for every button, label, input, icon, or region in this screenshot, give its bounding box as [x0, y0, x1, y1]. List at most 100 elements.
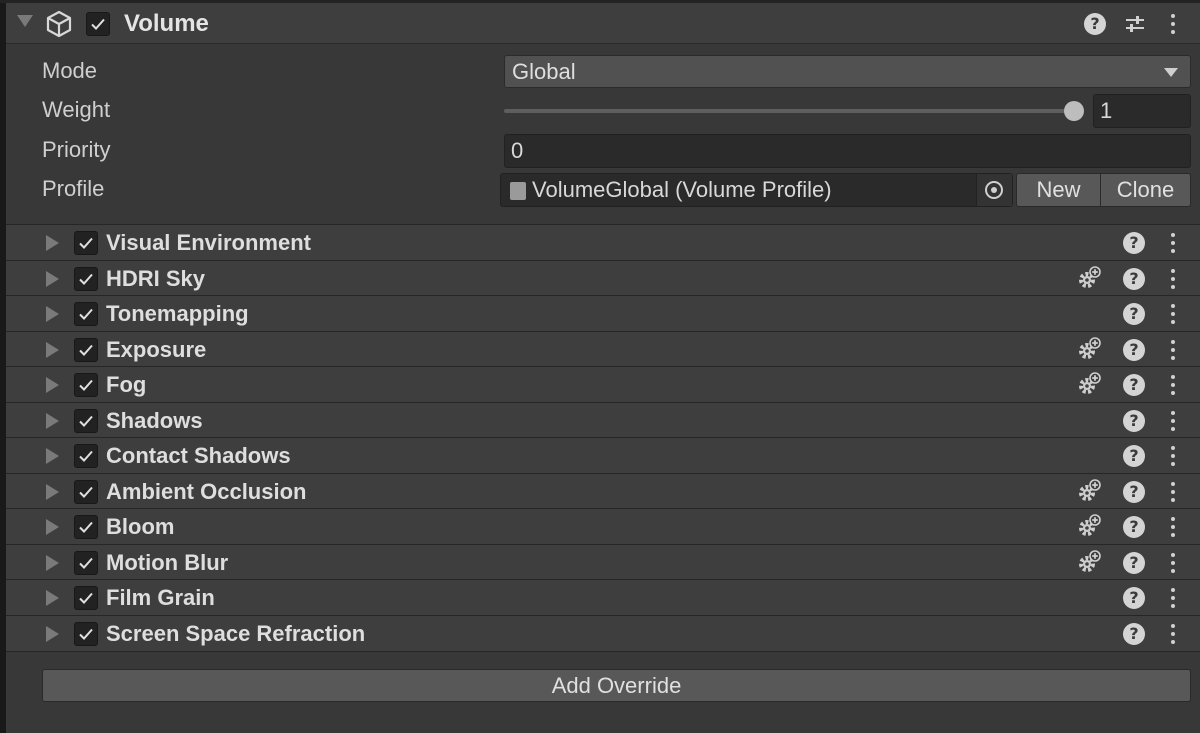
override-row[interactable]: Screen Space Refraction?: [6, 616, 1200, 652]
override-enabled-checkbox[interactable]: [74, 373, 98, 397]
object-picker-button[interactable]: [976, 174, 1012, 206]
priority-label: Priority: [42, 137, 111, 162]
help-icon[interactable]: ?: [1123, 445, 1145, 467]
override-enabled-checkbox[interactable]: [74, 338, 98, 362]
override-enabled-checkbox[interactable]: [74, 622, 98, 646]
help-icon[interactable]: ?: [1123, 481, 1145, 503]
show-additional-properties-gear-icon[interactable]: [1076, 371, 1102, 397]
context-menu-icon[interactable]: [1170, 373, 1176, 397]
context-menu-icon[interactable]: [1170, 338, 1176, 362]
foldout-collapsed-icon[interactable]: [46, 342, 59, 358]
cube-icon: [46, 10, 72, 38]
override-enabled-checkbox[interactable]: [74, 480, 98, 504]
priority-input[interactable]: 0: [504, 134, 1191, 168]
foldout-collapsed-icon[interactable]: [46, 413, 59, 429]
volume-component-header[interactable]: Volume ?: [6, 3, 1200, 44]
weight-slider-track[interactable]: [504, 109, 1074, 113]
help-icon[interactable]: ?: [1123, 232, 1145, 254]
context-menu-icon[interactable]: [1170, 302, 1176, 326]
profile-object-field[interactable]: VolumeGlobal (Volume Profile): [500, 173, 1013, 207]
profile-value: VolumeGlobal (Volume Profile): [532, 177, 832, 202]
context-menu-icon[interactable]: [1170, 231, 1176, 255]
override-enabled-checkbox[interactable]: [74, 231, 98, 255]
help-icon[interactable]: ?: [1123, 374, 1145, 396]
weight-slider-thumb[interactable]: [1064, 101, 1084, 121]
override-enabled-checkbox[interactable]: [74, 551, 98, 575]
foldout-collapsed-icon[interactable]: [46, 519, 59, 535]
override-row[interactable]: Motion Blur?: [6, 545, 1200, 581]
override-row[interactable]: Tonemapping?: [6, 296, 1200, 332]
foldout-collapsed-icon[interactable]: [46, 555, 59, 571]
volume-profile-asset-icon: [510, 182, 526, 200]
mode-value: Global: [512, 59, 576, 84]
override-label: HDRI Sky: [106, 266, 206, 291]
show-additional-properties-gear-icon[interactable]: [1076, 478, 1102, 504]
override-row[interactable]: Fog?: [6, 367, 1200, 403]
target-icon: [985, 181, 1003, 199]
help-icon[interactable]: ?: [1123, 410, 1145, 432]
show-additional-properties-gear-icon[interactable]: [1076, 336, 1102, 362]
preset-icon[interactable]: [1123, 12, 1147, 36]
new-profile-button[interactable]: New: [1016, 173, 1101, 207]
context-menu-icon[interactable]: [1170, 515, 1176, 539]
help-icon[interactable]: ?: [1084, 13, 1106, 35]
override-row[interactable]: Contact Shadows?: [6, 438, 1200, 474]
help-icon[interactable]: ?: [1123, 516, 1145, 538]
show-additional-properties-gear-icon[interactable]: [1076, 513, 1102, 539]
mode-dropdown[interactable]: Global: [504, 55, 1191, 88]
override-row[interactable]: Ambient Occlusion?: [6, 474, 1200, 510]
foldout-collapsed-icon[interactable]: [46, 484, 59, 500]
foldout-expanded-icon[interactable]: [17, 15, 33, 27]
foldout-collapsed-icon[interactable]: [46, 590, 59, 606]
override-row[interactable]: HDRI Sky?: [6, 261, 1200, 297]
context-menu-icon[interactable]: [1170, 586, 1176, 610]
help-icon[interactable]: ?: [1123, 623, 1145, 645]
override-label: Film Grain: [106, 585, 215, 610]
show-additional-properties-gear-icon[interactable]: [1076, 549, 1102, 575]
component-enabled-checkbox[interactable]: [86, 12, 110, 36]
override-enabled-checkbox[interactable]: [74, 267, 98, 291]
check-icon: [79, 592, 93, 604]
override-label: Fog: [106, 372, 147, 397]
check-icon: [79, 237, 93, 249]
clone-profile-button[interactable]: Clone: [1100, 173, 1191, 207]
override-label: Visual Environment: [106, 230, 311, 255]
help-icon[interactable]: ?: [1123, 268, 1145, 290]
context-menu-icon[interactable]: [1170, 12, 1176, 36]
help-icon[interactable]: ?: [1123, 303, 1145, 325]
context-menu-icon[interactable]: [1170, 409, 1176, 433]
override-row[interactable]: Exposure?: [6, 332, 1200, 368]
context-menu-icon[interactable]: [1170, 267, 1176, 291]
foldout-collapsed-icon[interactable]: [46, 271, 59, 287]
override-row[interactable]: Visual Environment?: [6, 225, 1200, 261]
override-enabled-checkbox[interactable]: [74, 302, 98, 326]
show-additional-properties-gear-icon[interactable]: [1076, 265, 1102, 291]
check-icon: [79, 450, 93, 462]
foldout-collapsed-icon[interactable]: [46, 448, 59, 464]
check-icon: [79, 308, 93, 320]
override-label: Ambient Occlusion: [106, 479, 307, 504]
override-row[interactable]: Bloom?: [6, 509, 1200, 545]
override-enabled-checkbox[interactable]: [74, 586, 98, 610]
foldout-collapsed-icon[interactable]: [46, 626, 59, 642]
override-label: Exposure: [106, 337, 207, 362]
foldout-collapsed-icon[interactable]: [46, 235, 59, 251]
help-icon[interactable]: ?: [1123, 587, 1145, 609]
override-row[interactable]: Film Grain?: [6, 580, 1200, 616]
override-row[interactable]: Shadows?: [6, 403, 1200, 439]
context-menu-icon[interactable]: [1170, 480, 1176, 504]
foldout-collapsed-icon[interactable]: [46, 377, 59, 393]
override-enabled-checkbox[interactable]: [74, 409, 98, 433]
context-menu-icon[interactable]: [1170, 444, 1176, 468]
override-label: Screen Space Refraction: [106, 621, 366, 646]
context-menu-icon[interactable]: [1170, 551, 1176, 575]
override-enabled-checkbox[interactable]: [74, 515, 98, 539]
context-menu-icon[interactable]: [1170, 622, 1176, 646]
foldout-collapsed-icon[interactable]: [46, 306, 59, 322]
add-override-button[interactable]: Add Override: [42, 669, 1191, 702]
weight-input[interactable]: 1: [1093, 94, 1191, 128]
override-label: Motion Blur: [106, 550, 229, 575]
override-enabled-checkbox[interactable]: [74, 444, 98, 468]
help-icon[interactable]: ?: [1123, 339, 1145, 361]
help-icon[interactable]: ?: [1123, 552, 1145, 574]
